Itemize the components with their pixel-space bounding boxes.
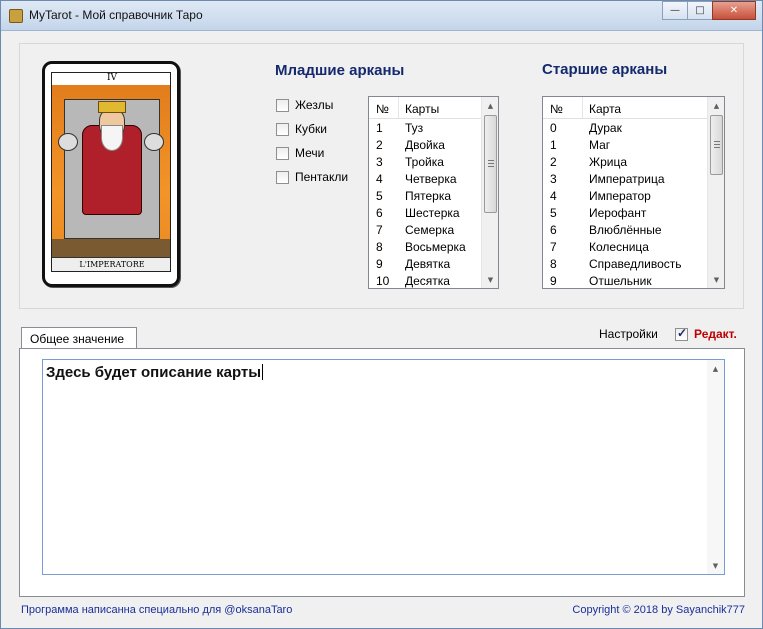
checkbox-box[interactable] (276, 146, 289, 160)
ground-shape (52, 239, 170, 259)
text-caret (262, 364, 264, 380)
footer-copyright: Copyright © 2018 by Sayanchik777 (572, 604, 745, 616)
list-item[interactable]: 9 Отшельник (543, 272, 724, 288)
window-title: MyTarot - Мой справочник Таро (29, 8, 203, 22)
list-item[interactable]: 8 Справедливость (543, 255, 724, 272)
ram-head-left-icon (58, 133, 78, 151)
card-artwork: IV L'IMPERATORE (51, 72, 171, 272)
ram-head-right-icon (144, 133, 164, 151)
scroll-down-arrow-icon[interactable]: ▼ (482, 271, 498, 288)
description-text: Здесь будет описание карты (46, 364, 264, 381)
list-item[interactable]: 2 Двойка (369, 136, 498, 153)
checkbox-label: Жезлы (295, 98, 334, 112)
suit-checkbox-swords[interactable]: Мечи (276, 146, 324, 160)
scroll-thumb[interactable] (484, 115, 497, 213)
scroll-thumb[interactable] (710, 115, 723, 175)
app-window: MyTarot - Мой справочник Таро — □ ✕ IV L… (0, 0, 763, 629)
list-item[interactable]: 3 Императрица (543, 170, 724, 187)
minor-arcana-title: Младшие арканы (275, 62, 405, 79)
list-item[interactable]: 9 Девятка (369, 255, 498, 272)
checkbox-label: Пентакли (295, 170, 349, 184)
list-item[interactable]: 1 Маг (543, 136, 724, 153)
vertical-scrollbar[interactable]: ▲ ▼ (707, 360, 724, 574)
scroll-up-arrow-icon[interactable]: ▲ (707, 360, 724, 377)
list-item[interactable]: 7 Колесница (543, 238, 724, 255)
checkbox-box[interactable] (276, 98, 289, 112)
vertical-scrollbar[interactable]: ▲ ▼ (481, 97, 498, 288)
window-controls: — □ ✕ (662, 1, 756, 20)
description-textarea[interactable]: Здесь будет описание карты ▲ ▼ (42, 359, 725, 575)
list-item[interactable]: 6 Влюблённые (543, 221, 724, 238)
list-item[interactable]: 6 Шестерка (369, 204, 498, 221)
checkbox-label: Кубки (295, 122, 327, 136)
settings-label[interactable]: Настройки (599, 327, 658, 341)
suit-checkbox-pentacles[interactable]: Пентакли (276, 170, 348, 184)
list-item[interactable]: 2 Жрица (543, 153, 724, 170)
column-header-number[interactable]: № (543, 97, 583, 118)
major-arcana-title: Старшие арканы (542, 61, 668, 78)
edit-checkbox[interactable]: Редакт. (675, 326, 737, 341)
checkbox-box[interactable] (675, 326, 688, 341)
suit-checkbox-cups[interactable]: Кубки (276, 122, 327, 136)
suit-checkbox-wands[interactable]: Жезлы (276, 98, 333, 112)
tab-general-meaning[interactable]: Общее значение (21, 327, 137, 349)
checkbox-box[interactable] (276, 122, 289, 136)
title-bar[interactable]: MyTarot - Мой справочник Таро — □ ✕ (1, 1, 762, 31)
list-item[interactable]: 5 Пятерка (369, 187, 498, 204)
tab-page-general-meaning: Здесь будет описание карты ▲ ▼ (19, 348, 745, 597)
list-item[interactable]: 3 Тройка (369, 153, 498, 170)
scroll-down-arrow-icon[interactable]: ▼ (708, 271, 724, 288)
column-header-number[interactable]: № (369, 97, 399, 118)
scroll-down-arrow-icon[interactable]: ▼ (707, 557, 724, 574)
list-item[interactable]: 5 Иерофант (543, 204, 724, 221)
list-header: № Карты (369, 97, 498, 119)
scroll-up-arrow-icon[interactable]: ▲ (482, 97, 498, 114)
list-item[interactable]: 8 Восьмерка (369, 238, 498, 255)
footer-note: Программа написанна специально для @oksa… (21, 604, 293, 616)
edit-label: Редакт. (694, 327, 737, 341)
emperor-beard-shape (101, 125, 123, 151)
checkbox-box[interactable] (276, 170, 289, 184)
list-item[interactable]: 0 Дурак (543, 119, 724, 136)
card-number: IV (52, 73, 170, 85)
list-item[interactable]: 10 Десятка (369, 272, 498, 288)
card-name: L'IMPERATORE (52, 257, 170, 271)
checkbox-label: Мечи (295, 146, 325, 160)
crown-icon (98, 101, 126, 113)
maximize-button[interactable]: □ (687, 1, 713, 20)
client-area: IV L'IMPERATORE Младшие арканы Жезлы Куб… (8, 31, 755, 622)
list-header: № Карта (543, 97, 724, 119)
emperor-card-image: IV L'IMPERATORE (42, 61, 180, 287)
list-item[interactable]: 4 Четверка (369, 170, 498, 187)
major-arcana-list[interactable]: № Карта 0 Дурак 1 Маг 2 Жрица 3 Императрица … (542, 96, 725, 289)
column-header-name[interactable]: Карта (583, 97, 724, 118)
list-item[interactable]: 1 Туз (369, 119, 498, 136)
list-item[interactable]: 7 Семерка (369, 221, 498, 238)
close-button[interactable]: ✕ (712, 1, 756, 20)
list-item[interactable]: 4 Император (543, 187, 724, 204)
scroll-up-arrow-icon[interactable]: ▲ (708, 97, 724, 114)
minimize-button[interactable]: — (662, 1, 688, 20)
vertical-scrollbar[interactable]: ▲ ▼ (707, 97, 724, 288)
app-icon (9, 9, 23, 23)
minor-arcana-list[interactable]: № Карты 1 Туз 2 Двойка 3 Тройка 4 Четверка 5… (368, 96, 499, 289)
